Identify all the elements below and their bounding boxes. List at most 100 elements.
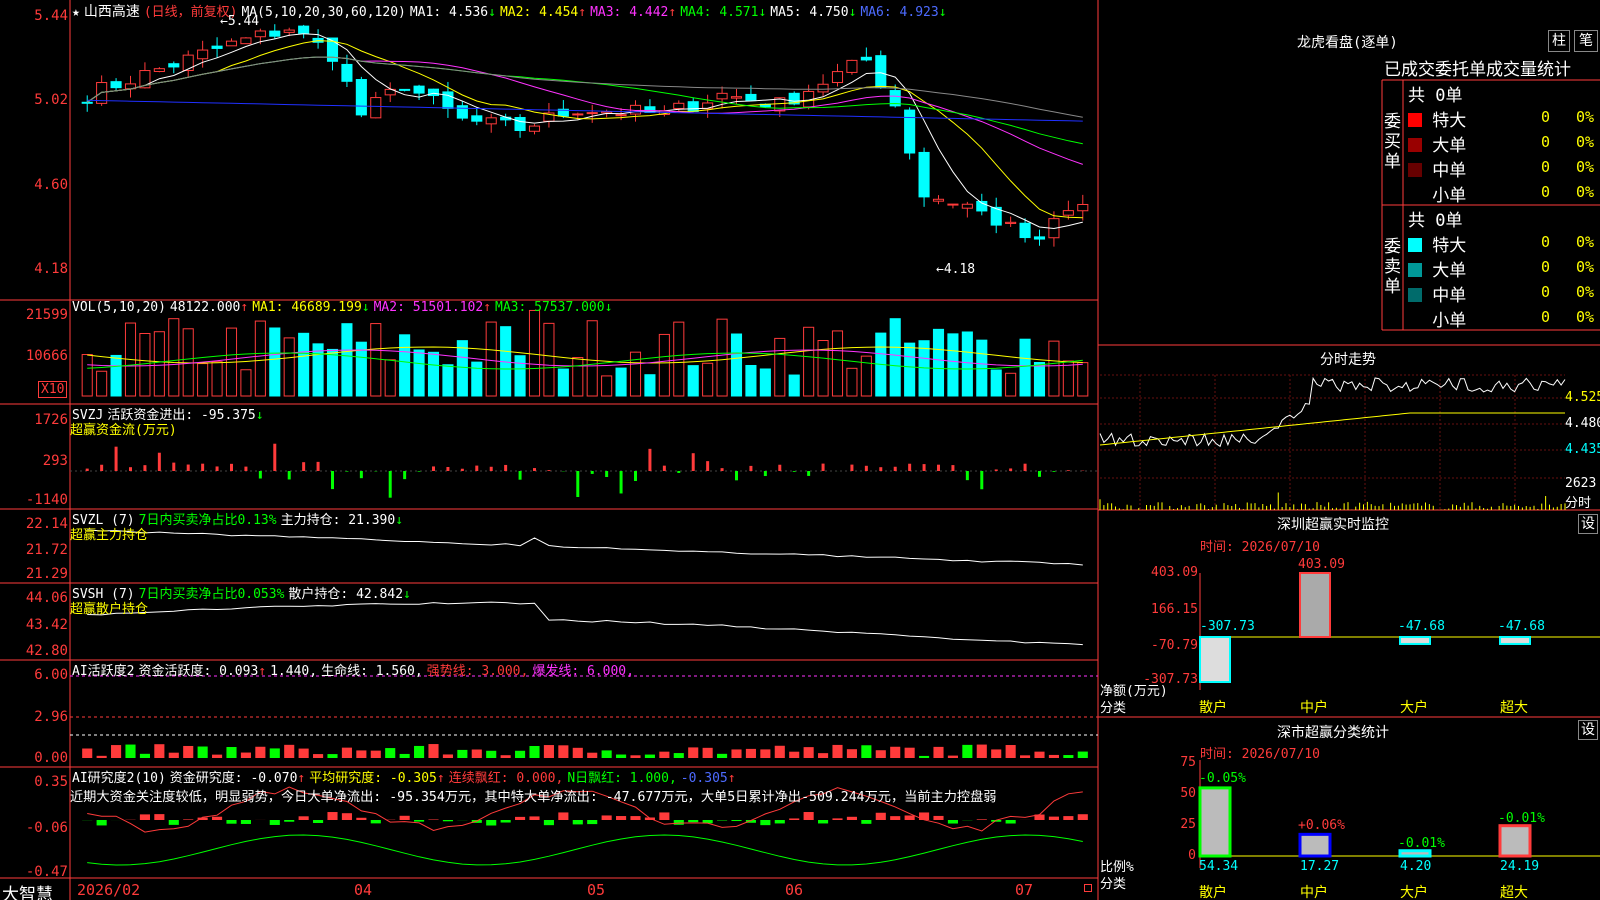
candle: [904, 109, 916, 154]
ma4-arrow-icon: ↓: [758, 5, 767, 20]
ai1-axis-label: 6.00: [34, 667, 68, 683]
research-bar: [890, 816, 901, 820]
classify-time: 时间: 2026/07/10: [1200, 747, 1320, 762]
volume-bar: [442, 364, 454, 397]
volume-bar: [990, 369, 1002, 397]
candle: [485, 117, 497, 125]
candle: [355, 79, 367, 116]
activity-bar: [702, 747, 713, 758]
star-icon[interactable]: ★: [72, 5, 80, 20]
research-bar: [1005, 820, 1016, 824]
volume-bar: [788, 374, 800, 397]
svzl-text: 7日内买卖净占比0.13%: [138, 513, 277, 528]
volume-bar: [976, 339, 988, 397]
research-bar: [529, 816, 540, 820]
research-bar: [846, 816, 857, 820]
vol-ma2: MA2: 51501.102: [373, 300, 484, 315]
intraday-axis-label: 4.525: [1565, 390, 1600, 405]
monitor-settings-button[interactable]: 设: [1578, 514, 1598, 534]
classify-axis-label: 75: [1180, 755, 1196, 770]
sell-row-s: 小单: [1408, 306, 1466, 331]
activity-bar: [125, 744, 136, 758]
monitor-bar-label: -47.68: [1498, 619, 1545, 634]
tick-mode-button[interactable]: 笔: [1574, 30, 1598, 52]
classify-bar: [1398, 849, 1432, 858]
research-bar: [414, 820, 425, 822]
ai2-label: 资金研究度: -0.070: [169, 771, 298, 786]
ai1-arrow-icon: ↑: [258, 664, 267, 679]
candle: [1005, 221, 1017, 224]
candle: [730, 96, 743, 99]
row-name: 中单: [1432, 161, 1467, 181]
ai1-lifeline: 生命线: 1.560,: [321, 664, 423, 679]
research-bar: [226, 820, 237, 824]
classify-bottom-label: 54.34: [1199, 859, 1239, 874]
volume-bar: [370, 323, 382, 397]
activity-bar: [644, 754, 655, 758]
classify-bottom-label: 17.27: [1300, 859, 1340, 874]
classify-bottom-label: 24.19: [1500, 859, 1540, 874]
research-line: [87, 834, 1083, 866]
activity-bar: [154, 744, 165, 758]
classify-settings-button[interactable]: 设: [1578, 720, 1598, 740]
sell-pct: 0%: [1576, 308, 1595, 326]
svsh-axis-label: 43.42: [25, 617, 68, 633]
sell-row-m: 中单: [1408, 281, 1466, 306]
activity-bar: [875, 750, 886, 758]
volume-bar: [341, 323, 353, 397]
activity-bar: [1077, 751, 1088, 758]
activity-bar: [543, 745, 554, 758]
candle: [269, 30, 281, 37]
candle: [932, 198, 945, 202]
holding-line: [87, 529, 1083, 566]
activity-bar: [414, 745, 425, 758]
swatch-icon: [1408, 313, 1422, 327]
kline-axis-label: 5.02: [34, 92, 68, 108]
research-bar: [630, 816, 641, 820]
brand-label[interactable]: 大智慧: [2, 880, 53, 900]
candle: [1033, 236, 1046, 240]
vol-ma3: MA3: 57537.000: [495, 300, 605, 315]
research-bar: [904, 815, 915, 820]
activity-bar: [486, 750, 497, 758]
research-bar: [616, 816, 627, 820]
activity-bar: [428, 744, 439, 758]
activity-bar: [255, 746, 266, 758]
buy-row-xl: 特大: [1408, 106, 1466, 131]
candle: [572, 113, 584, 116]
monitor-time: 时间: 2026/07/10: [1200, 540, 1320, 555]
candle: [716, 92, 728, 100]
research-bar: [168, 820, 179, 825]
research-bar: [486, 820, 497, 826]
longhu-head: 已成交委托单成交量统计: [1384, 60, 1571, 80]
main-chart-canvas[interactable]: [0, 0, 1600, 900]
lock-icon[interactable]: [1084, 884, 1092, 892]
candle: [110, 81, 122, 89]
activity-bar: [659, 751, 670, 758]
research-bar: [543, 820, 554, 826]
ai2-avg: 平均研究度: -0.305: [309, 771, 437, 786]
candle: [817, 83, 829, 93]
volume-bar: [326, 348, 339, 397]
research-bar: [1077, 814, 1088, 820]
svsh-label: 散户持仓: 42.842: [288, 587, 404, 602]
kline-header: ★ 山西高速 (日线，前复权) MA(5,10,20,30,60,120) MA1: 4…: [72, 1, 951, 21]
research-bar: [861, 820, 872, 824]
buy-total: 共 0单: [1408, 86, 1463, 106]
activity-bar: [962, 744, 973, 758]
volume-bar: [687, 365, 699, 397]
volume-bar: [759, 368, 771, 397]
intraday-price-line: [1099, 376, 1566, 448]
ma3-arrow-icon: ↑: [668, 5, 677, 20]
activity-bar: [500, 755, 511, 758]
bar-mode-button[interactable]: 柱: [1548, 30, 1570, 52]
research-bar: [558, 812, 569, 820]
ai2-arrow-icon: ↑: [297, 771, 306, 786]
candle: [875, 55, 887, 89]
classify-axis-label: 25: [1180, 817, 1196, 832]
ai2-description: 近期大资金关注度较低，明显弱势，今日大单净流出: -95.354万元，其中特大单…: [70, 790, 997, 805]
svzj-axis-label: -1140: [25, 492, 68, 508]
volume-bar: [557, 368, 569, 397]
research-bar: [673, 820, 684, 825]
volume-bar: [139, 332, 151, 397]
